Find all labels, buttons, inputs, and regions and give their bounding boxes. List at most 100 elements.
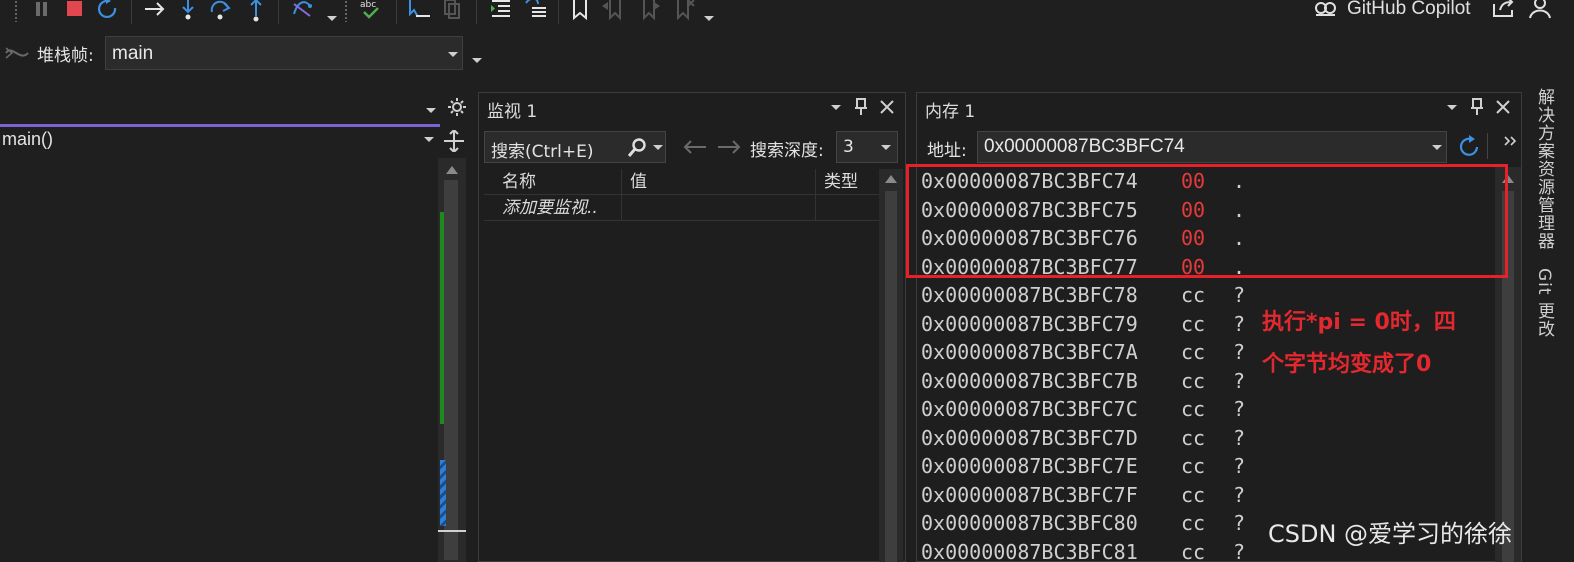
memory-byte[interactable]: cc <box>1181 395 1205 424</box>
memory-byte[interactable]: cc <box>1181 481 1205 510</box>
memory-byte[interactable]: cc <box>1181 452 1205 481</box>
memory-char: ? <box>1233 482 1246 507</box>
pin-icon[interactable] <box>1467 97 1487 117</box>
cursor-select-icon[interactable] <box>404 0 434 26</box>
pause-icon[interactable] <box>28 0 58 26</box>
memory-byte[interactable]: cc <box>1181 281 1205 310</box>
stack-frame-label: 堆栈帧: <box>37 46 94 66</box>
watch-table: 名称 值 类型 添加要监视.. <box>484 169 880 221</box>
memory-char: ? <box>1233 425 1246 450</box>
overflow-chevron-icon[interactable] <box>1503 135 1517 147</box>
prev-bookmark-icon[interactable] <box>600 0 630 26</box>
hot-reload-icon[interactable] <box>288 0 318 26</box>
watch-title: 监视 1 <box>487 102 538 122</box>
thread-icon <box>5 47 29 59</box>
memory-address: 0x00000087BC3BFC81 <box>921 539 1138 562</box>
tab-git-changes[interactable]: Git 更改 <box>1532 268 1557 338</box>
close-icon[interactable] <box>877 97 897 117</box>
search-back-icon[interactable] <box>683 139 707 155</box>
account-icon[interactable] <box>1528 0 1558 26</box>
function-navigation-dropdown[interactable]: main() <box>0 124 440 152</box>
column-header-name[interactable]: 名称 <box>494 169 622 195</box>
search-icon[interactable] <box>627 138 647 158</box>
memory-char: ? <box>1233 539 1246 562</box>
chevron-down-icon <box>448 52 458 57</box>
memory-byte[interactable]: cc <box>1181 424 1205 453</box>
table-row[interactable]: 添加要监视.. <box>484 195 880 221</box>
column-header-type[interactable]: 类型 <box>816 169 880 195</box>
memory-address: 0x00000087BC3BFC79 <box>921 311 1138 336</box>
function-combo-value: main() <box>2 129 54 149</box>
memory-byte[interactable]: cc <box>1181 310 1205 339</box>
search-forward-icon[interactable] <box>717 139 741 155</box>
caret-position-marker <box>438 530 466 532</box>
clear-bookmark-icon[interactable] <box>668 0 698 26</box>
memory-address: 0x00000087BC3BFC7C <box>921 397 1138 421</box>
stack-frame-dropdown[interactable]: main <box>105 36 463 70</box>
reevaluate-icon[interactable] <box>1457 135 1481 159</box>
memory-address: 0x00000087BC3BFC80 <box>921 511 1138 535</box>
step-out-icon[interactable] <box>242 0 272 26</box>
bookmark-icon[interactable] <box>566 0 596 26</box>
add-watch-item[interactable]: 添加要监视.. <box>494 195 622 221</box>
show-next-statement-icon[interactable] <box>140 0 170 26</box>
pane-menu-chevron-icon[interactable] <box>426 108 436 113</box>
memory-address: 0x00000087BC3BFC7F <box>921 482 1138 507</box>
watch-scroll-thumb[interactable] <box>885 191 897 562</box>
copilot-label: GitHub Copilot <box>1347 0 1471 19</box>
column-header-value[interactable]: 值 <box>622 169 816 195</box>
search-depth-label: 搜索深度: <box>750 141 824 161</box>
watch-type-cell <box>816 195 880 221</box>
watch-search-input[interactable]: 搜索(Ctrl+E) <box>484 131 666 163</box>
chevron-down-icon <box>424 137 434 142</box>
next-bookmark-icon[interactable] <box>634 0 664 26</box>
annotation-line-1: 执行*pi = 0时，四 <box>1262 310 1456 335</box>
overflow-chevron-icon[interactable] <box>472 58 482 63</box>
window-menu-chevron-icon[interactable] <box>1447 105 1457 110</box>
memory-byte[interactable]: cc <box>1181 509 1205 538</box>
toolbar-grip-2[interactable] <box>344 0 348 22</box>
stack-frame-value: main <box>112 43 154 64</box>
editor-vertical-scrollbar[interactable] <box>438 158 466 562</box>
indent-icon[interactable] <box>486 0 516 26</box>
step-into-icon[interactable] <box>174 0 204 26</box>
annotation-text: 执行*pi = 0时，四 个字节均变成了0 <box>1262 302 1498 386</box>
spell-check-icon[interactable]: abc <box>356 0 386 26</box>
memory-byte[interactable]: cc <box>1181 367 1205 396</box>
highlight-marker <box>440 460 446 526</box>
toolbar-grip[interactable] <box>14 0 18 22</box>
tab-solution-explorer[interactable]: 解决方案资源管理器 <box>1532 88 1557 250</box>
memory-address: 0x00000087BC3BFC7B <box>921 368 1138 393</box>
address-input[interactable]: 0x00000087BC3BFC74 <box>977 131 1447 163</box>
stop-icon[interactable] <box>60 0 90 26</box>
copilot-icon <box>1315 2 1336 16</box>
scroll-up-icon[interactable] <box>446 166 458 174</box>
github-copilot-button[interactable]: GitHub Copilot <box>1313 0 1471 22</box>
watch-vertical-scrollbar[interactable] <box>879 169 903 562</box>
address-label: 地址: <box>927 141 967 161</box>
share-icon[interactable] <box>1490 0 1520 26</box>
split-view-icon[interactable] <box>444 130 464 152</box>
gear-icon[interactable] <box>448 98 466 116</box>
watch-search-placeholder: 搜索(Ctrl+E) <box>491 142 594 162</box>
pin-icon[interactable] <box>851 97 871 117</box>
step-over-icon[interactable] <box>206 0 236 26</box>
watch-panel: 监视 1 搜索(Ctrl+E) 搜索深度: 3 名称 值 类型 添加要监视.. <box>478 92 906 562</box>
close-icon[interactable] <box>1493 97 1513 117</box>
memory-char: ? <box>1233 311 1246 336</box>
memory-byte[interactable]: cc <box>1181 338 1205 367</box>
memory-byte[interactable]: cc <box>1181 538 1205 562</box>
memory-address: 0x00000087BC3BFC7E <box>921 454 1138 478</box>
search-depth-dropdown[interactable]: 3 <box>836 131 898 163</box>
copy-icon[interactable] <box>438 0 468 26</box>
scroll-up-icon[interactable] <box>885 175 897 183</box>
memory-address: 0x00000087BC3BFC7D <box>921 425 1138 450</box>
format-icon[interactable] <box>520 0 550 26</box>
search-depth-value: 3 <box>843 137 854 157</box>
window-menu-chevron-icon[interactable] <box>831 105 841 110</box>
chevron-down-icon <box>881 145 891 150</box>
editor-scroll-thumb[interactable] <box>444 180 458 560</box>
restart-icon[interactable] <box>94 0 124 26</box>
search-options-chevron-icon[interactable] <box>653 145 663 150</box>
memory-address: 0x00000087BC3BFC78 <box>921 283 1138 307</box>
